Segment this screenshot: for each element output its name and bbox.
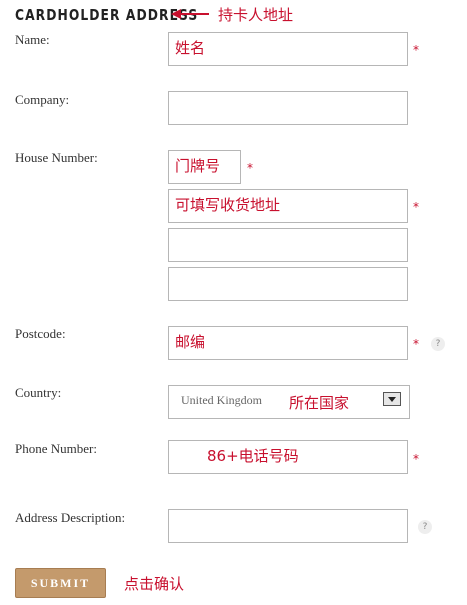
address-line3-field[interactable]: [168, 267, 408, 301]
address-line2-field[interactable]: [168, 228, 408, 262]
submit-annotation: 点击确认: [124, 575, 185, 593]
phone-field[interactable]: 86+电话号码: [168, 440, 408, 474]
postcode-label: Postcode:: [15, 326, 66, 341]
postcode-value: 邮编: [175, 333, 206, 351]
house-number-label: House Number:: [15, 150, 98, 165]
address-line1-required-mark: *: [413, 200, 419, 214]
address-line1-field[interactable]: 可填写收货地址: [168, 189, 408, 223]
chevron-down-icon[interactable]: [383, 392, 401, 406]
postcode-field[interactable]: 邮编: [168, 326, 408, 360]
company-field[interactable]: [168, 91, 408, 125]
house-number-field[interactable]: 门牌号: [168, 150, 241, 184]
name-label: Name:: [15, 32, 50, 47]
country-selected-value: United Kingdom: [181, 393, 262, 407]
country-annotation: 所在国家: [289, 394, 350, 412]
submit-button[interactable]: SUBMIT: [15, 568, 106, 598]
phone-value: 86+电话号码: [207, 447, 299, 465]
name-field[interactable]: 姓名: [168, 32, 408, 66]
address-description-field[interactable]: [168, 509, 408, 543]
arrow-icon: [171, 9, 209, 19]
name-value: 姓名: [175, 39, 206, 57]
country-label: Country:: [15, 385, 62, 400]
company-label: Company:: [15, 92, 70, 107]
house-number-required-mark: *: [247, 161, 253, 175]
address-description-help-icon[interactable]: ?: [418, 520, 432, 534]
heading-annotation: 持卡人地址: [218, 6, 294, 24]
address-line1-value: 可填写收货地址: [175, 196, 281, 214]
address-description-label: Address Description:: [15, 510, 126, 525]
phone-required-mark: *: [413, 452, 419, 466]
postcode-required-mark: *: [413, 337, 419, 351]
name-required-mark: *: [413, 43, 419, 57]
house-number-value: 门牌号: [175, 157, 221, 175]
phone-label: Phone Number:: [15, 441, 97, 456]
postcode-help-icon[interactable]: ?: [431, 337, 445, 351]
